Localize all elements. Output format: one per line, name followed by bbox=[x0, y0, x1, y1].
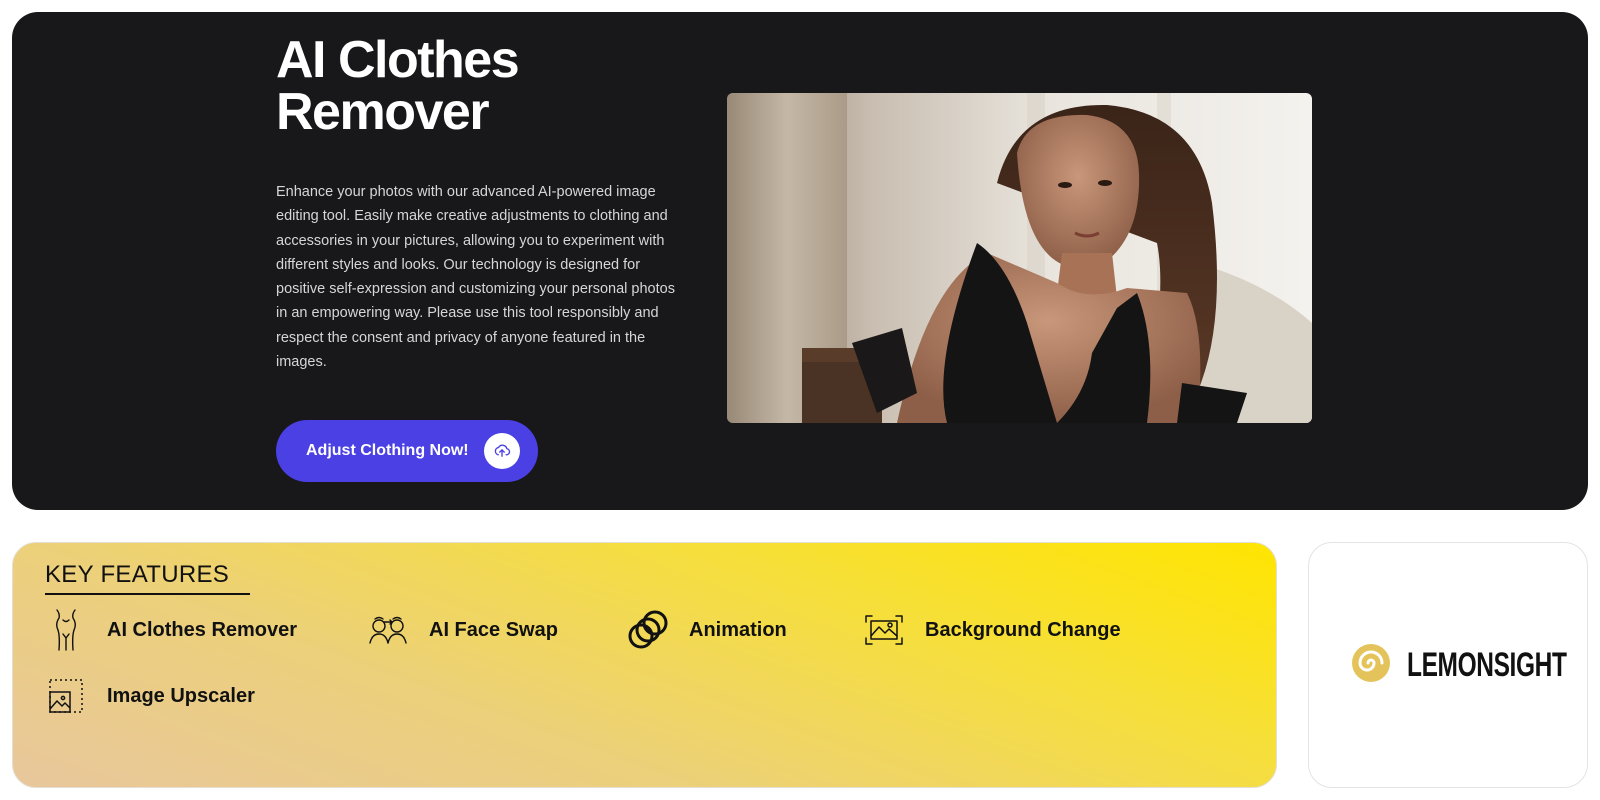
animation-rings-icon bbox=[627, 607, 669, 653]
lemon-swirl-icon bbox=[1349, 641, 1393, 690]
feature-label: Image Upscaler bbox=[107, 684, 255, 707]
key-features-panel: KEY FEATURES AI Clothes Remover AI Face … bbox=[12, 542, 1277, 788]
feature-ai-clothes-remover[interactable]: AI Clothes Remover bbox=[45, 607, 297, 653]
hero-section: AI Clothes Remover Enhance your photos w… bbox=[12, 12, 1588, 510]
adjust-clothing-label: Adjust Clothing Now! bbox=[306, 442, 469, 459]
face-swap-icon bbox=[367, 607, 409, 653]
feature-animation[interactable]: Animation bbox=[627, 607, 787, 653]
key-features-title: KEY FEATURES bbox=[45, 561, 250, 595]
hero-description: Enhance your photos with our advanced AI… bbox=[276, 184, 675, 371]
partner-logo-card[interactable]: LEMONSIGHT bbox=[1308, 542, 1588, 788]
upload-icon bbox=[484, 433, 520, 469]
body-outline-icon bbox=[45, 607, 87, 653]
feature-image-upscaler[interactable]: Image Upscaler bbox=[45, 673, 255, 719]
feature-ai-face-swap[interactable]: AI Face Swap bbox=[367, 607, 558, 653]
feature-background-change[interactable]: Background Change bbox=[863, 607, 1121, 653]
background-frame-icon bbox=[863, 607, 905, 653]
page-title: AI Clothes Remover bbox=[276, 31, 520, 141]
feature-label: AI Clothes Remover bbox=[107, 618, 298, 641]
feature-label: AI Face Swap bbox=[429, 618, 558, 641]
feature-label: Background Change bbox=[925, 618, 1121, 641]
image-upscaler-icon bbox=[45, 673, 87, 719]
feature-label: Animation bbox=[689, 618, 787, 641]
adjust-clothing-button[interactable]: Adjust Clothing Now! bbox=[276, 420, 538, 482]
partner-name: LEMONSIGHT bbox=[1407, 645, 1567, 684]
hero-photo bbox=[727, 93, 1312, 423]
